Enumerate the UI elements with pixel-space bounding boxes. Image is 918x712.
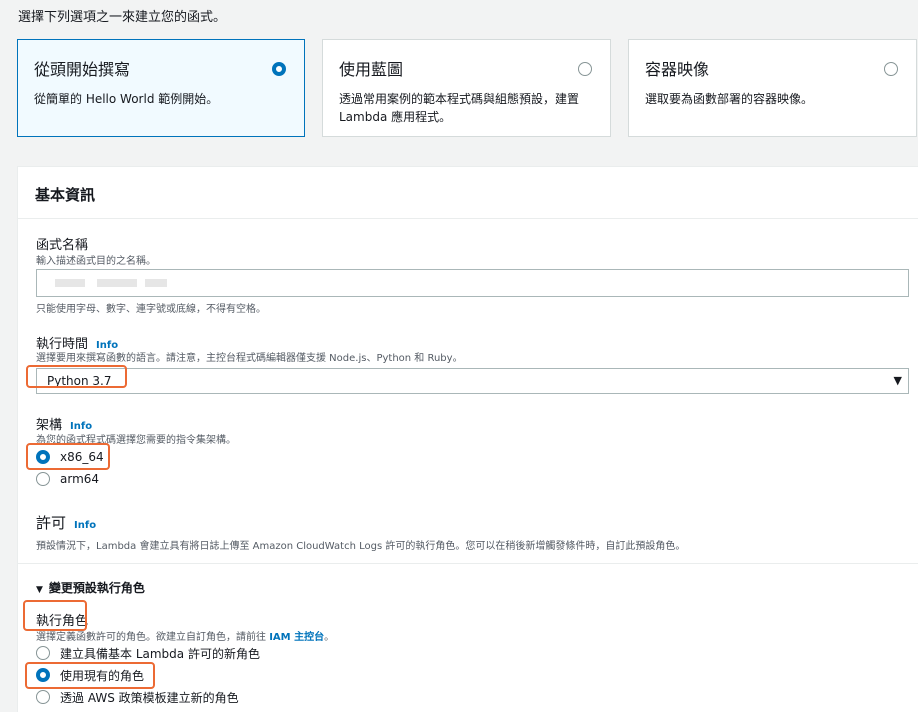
radio-unselected[interactable] — [36, 646, 50, 660]
redacted-text — [145, 279, 167, 287]
radio-selected[interactable] — [272, 62, 286, 76]
divider — [18, 563, 918, 564]
caret-down-icon: ▼ — [36, 585, 43, 595]
option-use-blueprint[interactable]: 使用藍圖 透過常用案例的範本程式碼與組態預設，建置 Lambda 應用程式。 — [322, 39, 611, 137]
function-name-label: 函式名稱 — [36, 238, 89, 253]
role-option-label: 透過 AWS 政策模板建立新的角色 — [60, 690, 239, 705]
basic-info-panel: 基本資訊 函式名稱 輸入描述函式目的之名稱。 只能使用字母、數字、連字號或底線，… — [17, 166, 918, 712]
annotation-highlight — [23, 600, 87, 631]
radio-unselected[interactable] — [884, 62, 898, 76]
runtime-hint: 選擇要用來撰寫函數的語言。請注意，主控台程式碼編輯器僅支援 Node.js、Py… — [36, 353, 463, 364]
radio-unselected[interactable] — [36, 472, 50, 486]
architecture-option-label: arm64 — [60, 472, 100, 486]
redacted-text — [55, 279, 85, 287]
option-desc: 選取要為函數部署的容器映像。 — [645, 92, 814, 106]
radio-unselected[interactable] — [578, 62, 592, 76]
role-option-label: 建立具備基本 Lambda 許可的新角色 — [60, 646, 260, 661]
caret-down-icon: ▼ — [893, 374, 902, 387]
annotation-highlight — [26, 365, 127, 388]
role-hint-text: 選擇定義函數許可的角色。欲建立自訂角色，請前往 — [36, 632, 266, 643]
radio-unselected[interactable] — [36, 690, 50, 704]
architecture-option-arm[interactable]: arm64 — [36, 470, 99, 488]
permissions-desc: 預設情況下，Lambda 會建立具有將日誌上傳至 Amazon CloudWat… — [36, 541, 686, 552]
annotation-highlight — [26, 443, 110, 470]
permissions-title: 許可 Info — [36, 512, 96, 533]
execution-role-hint: 選擇定義函數許可的角色。欲建立自訂角色，請前往 IAM 主控台。 — [36, 628, 334, 643]
runtime-select[interactable]: Python 3.7 ▼ — [36, 368, 909, 394]
role-option-new[interactable]: 建立具備基本 Lambda 許可的新角色 — [36, 644, 260, 662]
function-name-constraint: 只能使用字母、數字、連字號或底線，不得有空格。 — [36, 304, 266, 315]
option-author-from-scratch[interactable]: 從頭開始撰寫 從簡單的 Hello World 範例開始。 — [17, 39, 305, 137]
option-title: 使用藍圖 — [339, 60, 404, 79]
annotation-highlight — [25, 662, 155, 689]
option-desc: 從簡單的 Hello World 範例開始。 — [34, 92, 219, 106]
change-role-label: 變更預設執行角色 — [48, 581, 145, 595]
iam-console-link[interactable]: IAM 主控台 — [269, 632, 324, 643]
option-container-image[interactable]: 容器映像 選取要為函數部署的容器映像。 — [628, 39, 917, 137]
intro-text: 選擇下列選項之一來建立您的函式。 — [18, 10, 227, 25]
panel-title: 基本資訊 — [18, 167, 918, 219]
function-name-hint: 輸入描述函式目的之名稱。 — [36, 256, 156, 267]
permissions-title-text: 許可 — [36, 514, 67, 532]
permissions-info-link[interactable]: Info — [74, 520, 96, 531]
option-desc: 透過常用案例的範本程式碼與組態預設，建置 Lambda 應用程式。 — [339, 92, 580, 124]
redacted-text — [97, 279, 137, 287]
role-option-policy-template[interactable]: 透過 AWS 政策模板建立新的角色 — [36, 688, 239, 706]
function-name-input[interactable] — [36, 269, 909, 297]
role-hint-suffix: 。 — [324, 632, 335, 643]
option-title: 從頭開始撰寫 — [34, 60, 131, 79]
change-role-toggle[interactable]: ▼ 變更預設執行角色 — [36, 579, 145, 596]
option-title: 容器映像 — [645, 60, 710, 79]
